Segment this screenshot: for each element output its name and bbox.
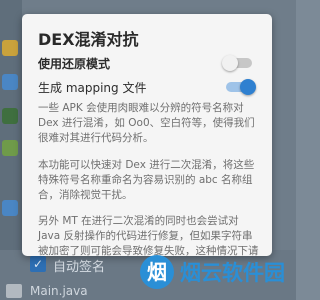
description-paragraph-3: 另外 MT 在进行二次混淆的同时也会尝试对 Java 反射操作的代码进行修复，但… [38, 215, 259, 256]
restore-mode-toggle[interactable] [222, 55, 252, 71]
file-icon [2, 108, 18, 124]
description-paragraph-2: 本功能可以快速对 Dex 进行二次混淆，将这些特殊符号名称重命名为容易识别的 a… [38, 159, 255, 201]
dialog-title: DEX混淆对抗 [38, 30, 139, 49]
dex-obfuscation-dialog: DEX混淆对抗 使用还原模式 生成 mapping 文件 一些 APK 会使用肉… [22, 14, 272, 256]
file-icon [2, 74, 18, 90]
file-icon [2, 200, 18, 216]
restore-mode-label: 使用还原模式 [38, 57, 111, 71]
background-file-name[interactable]: Main.java [30, 284, 88, 298]
toggle-knob [222, 55, 238, 71]
description-paragraph-1: 一些 APK 会使用肉眼难以分辨的符号名称对 Dex 进行混淆，如 Oo0、空白… [38, 102, 255, 144]
folder-icon [2, 40, 18, 56]
watermark-text: 烟云软件园 [180, 261, 285, 285]
watermark-logo-icon: 烟 [140, 255, 174, 289]
restore-mode-option[interactable]: 使用还原模式 [38, 52, 258, 74]
toggle-knob [240, 79, 256, 95]
watermark: 烟 烟云软件园 [140, 253, 290, 293]
mapping-file-label: 生成 mapping 文件 [38, 81, 147, 95]
auto-sign-checkbox[interactable]: ✓ [30, 256, 46, 272]
java-file-icon [6, 284, 22, 298]
auto-sign-label: 自动签名 [53, 260, 106, 275]
mapping-file-option[interactable]: 生成 mapping 文件 [38, 76, 258, 98]
mapping-file-toggle[interactable] [226, 79, 256, 95]
android-icon [2, 140, 18, 156]
